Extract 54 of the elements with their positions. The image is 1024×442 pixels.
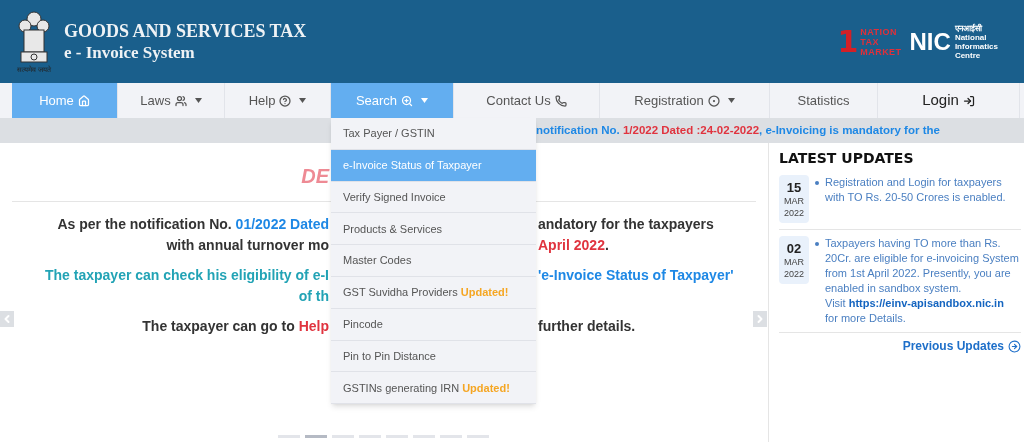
menu-item[interactable]: Pin to Pin Distance: [331, 340, 536, 373]
update-text: Registration and Login for taxpayers with TO Rs. 20-50 Crores is enabled.: [825, 175, 1007, 205]
circle-icon: [707, 94, 720, 107]
update-text: for more Details.: [825, 311, 907, 326]
slide-indicator[interactable]: [305, 435, 327, 438]
logo-text: NIC: [909, 29, 951, 54]
users-icon: [174, 94, 187, 107]
banner-text: andatory for the taxpayers: [538, 216, 714, 232]
banner-heading: DE: [301, 165, 329, 187]
menu-item[interactable]: GSTINs generating IRN Updated!: [331, 372, 536, 405]
logo-text: Informatics: [954, 41, 998, 51]
login-icon: [962, 94, 975, 107]
updates-title: LATEST UPDATES: [779, 149, 915, 168]
logo-text: Centre: [954, 50, 982, 60]
site-title: GOODS AND SERVICES TAX: [64, 19, 307, 42]
phone-icon: [554, 94, 567, 107]
logo-text: एनआईसी: [954, 23, 983, 33]
bullet-icon: [815, 242, 819, 246]
home-icon: [77, 94, 90, 107]
updated-label: Updated!: [462, 380, 510, 396]
banner-text: As per the notification No. 01/2022 Dated: [57, 216, 329, 232]
site-subtitle: e - Invoice System: [64, 41, 196, 64]
banner-text: further details.: [538, 318, 636, 334]
logo-text: MARKET: [860, 46, 902, 57]
menu-item[interactable]: Products & Services: [331, 213, 536, 246]
emblem-icon: [16, 10, 52, 66]
next-slide-button[interactable]: [753, 311, 767, 327]
date-badge: 15 MAR 2022: [779, 175, 809, 223]
menu-item[interactable]: Tax Payer / GSTIN: [331, 118, 536, 150]
menu-item[interactable]: GST Suvidha Providers Updated!: [331, 277, 536, 309]
updated-label: Updated!: [460, 285, 509, 301]
logo-text: TAX: [860, 36, 880, 47]
banner-text: The taxpayer can check his eligibility of e-I: [45, 267, 329, 283]
menu-item[interactable]: Verify Signed Invoice: [331, 181, 536, 214]
bullet-icon: [815, 181, 819, 185]
banner-text: of th: [298, 288, 329, 304]
banner-text: The taxpayer can go to Help: [142, 318, 329, 334]
update-link[interactable]: https://einv-apisandbox.nic.in: [848, 297, 1004, 309]
banner-text: 'e-Invoice Status of Taxpayer': [538, 267, 734, 283]
ticker-text: notification No. 1/2022 Dated :24-02-2022, e-Invoicing is mandatory for the: [536, 122, 940, 138]
update-text: Visit https://einv-apisandbox.nic.in: [825, 296, 1005, 311]
previous-updates-link[interactable]: Previous Updates: [902, 337, 1021, 355]
banner-text: with annual turnover mo: [166, 237, 329, 253]
previous-slide-button[interactable]: [0, 311, 14, 327]
date-badge: 02 MAR 2022: [779, 236, 809, 284]
update-text: Taxpayers having TO more than Rs. 20Cr. are eligible for e-invoicing System from 1st April 2022. Presently, you are enabled in sandbox system.: [825, 236, 1020, 296]
logo-numeral: 1: [837, 26, 859, 57]
banner-text: April 2022.: [538, 237, 609, 253]
menu-item[interactable]: Master Codes: [331, 245, 536, 277]
menu-item[interactable]: Pincode: [331, 308, 536, 341]
help-icon: [279, 94, 292, 107]
logo-text: NATION: [860, 26, 898, 37]
logo-text: National: [954, 32, 988, 42]
zoom-icon: [401, 94, 414, 107]
